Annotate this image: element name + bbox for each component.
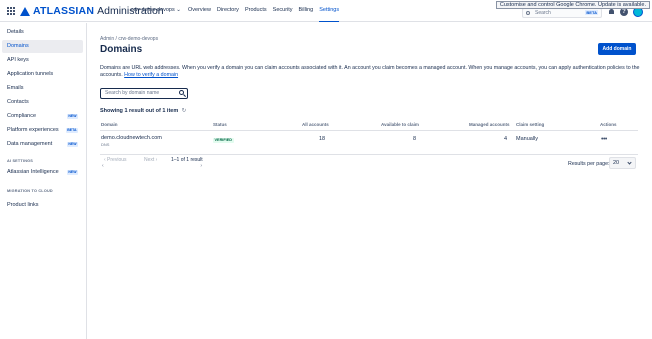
sidebar-item-platform-experiences[interactable]: Platform experiences BETA [2,124,83,137]
available-to-claim-cell: 8 [413,136,417,142]
refresh-icon[interactable]: ↻ [182,108,187,114]
sidebar-item-compliance[interactable]: Compliance NEW [2,110,83,123]
sidebar-item-application-tunnels[interactable]: Application tunnels [2,68,83,81]
brand-name: ATLASSIAN [33,5,95,17]
app-switcher-icon[interactable] [7,7,15,15]
nav-directory[interactable]: Directory [217,7,239,22]
nav-security[interactable]: Security [273,7,293,22]
column-header-managed-accounts[interactable]: Managed accounts [469,122,510,127]
page-title: Domains [100,44,143,55]
beta-badge: BETA [65,128,78,133]
sidebar-item-details[interactable]: Details [2,26,83,39]
sidebar-item-label: API keys [7,57,29,63]
column-header-actions: Actions [600,122,617,127]
pagination-range: 1–1 of 1 result [171,157,203,163]
chevron-down-icon [627,160,632,165]
claim-setting-cell: Manually [516,136,539,142]
organization-switcher[interactable]: crw-demo-devops ⌄ [131,7,181,13]
column-header-claim-setting: Claim setting [516,122,545,127]
column-header-all-accounts[interactable]: All accounts [302,122,329,127]
primary-nav: Overview Directory Products Security Bil… [188,7,345,22]
managed-accounts-cell: 4 [504,136,508,142]
how-to-verify-link[interactable]: How to verify a domain [124,72,178,78]
results-per-page-select[interactable]: 20 [609,157,636,169]
sidebar-item-label: Emails [7,85,24,91]
search-icon [526,11,530,15]
sidebar-item-atlassian-intelligence[interactable]: Atlassian Intelligence NEW [2,166,83,179]
sidebar-item-label: Details [7,29,24,35]
sidebar-item-label: Domains [7,43,29,49]
domains-description: Domains are URL web addresses. When you … [100,65,640,79]
new-badge: NEW [66,142,78,147]
sidebar-item-contacts[interactable]: Contacts [2,96,83,109]
new-badge: NEW [66,170,78,175]
domain-type-cell: DNS [101,142,110,147]
breadcrumb[interactable]: Admin / crw-demo-devops [100,36,158,42]
all-accounts-cell: 18 [319,136,326,142]
sidebar-item-label: Compliance [7,113,37,119]
sidebar-item-emails[interactable]: Emails [2,82,83,95]
sidebar-item-label: Product links [7,202,39,208]
domain-search-input[interactable]: Search by domain name [100,88,188,99]
domain-search-placeholder: Search by domain name [105,90,160,96]
chevron-down-icon: ⌄ [176,7,181,13]
domain-name-cell: demo.cloudnewtech.com [101,135,162,141]
nav-settings[interactable]: Settings [319,7,339,22]
results-per-page-value: 20 [613,160,620,166]
column-header-available-to-claim[interactable]: Available to claim [381,122,419,127]
column-header-domain[interactable]: Domain [101,122,118,127]
nav-billing[interactable]: Billing [299,7,314,22]
previous-page-button[interactable]: ‹ Previous [104,157,127,163]
sidebar-heading-ai-settings: AI SETTINGS [7,159,34,163]
sidebar-item-domains[interactable]: Domains [2,40,83,53]
organization-name: crw-demo-devops [131,7,175,13]
global-search-placeholder: Search [535,10,551,16]
notifications-bell-icon[interactable] [608,8,616,16]
sidebar-item-label: Contacts [7,99,29,105]
more-actions-icon[interactable]: ••• [601,136,607,143]
status-badge: VERIFIED [213,138,234,143]
nav-products[interactable]: Products [245,7,267,22]
results-per-page-label: Results per page: [568,161,610,167]
table-row: demo.cloudnewtech.com DNS VERIFIED 18 8 … [100,131,638,155]
sidebar-item-product-links[interactable]: Product links [2,199,83,212]
sidebar-item-label: Platform experiences [7,127,59,133]
settings-sidebar: Details Domains API keys Application tun… [0,23,87,339]
horizontal-scrollbar[interactable] [102,163,202,169]
result-count-text: Showing 1 result out of 1 item [100,108,179,114]
sidebar-item-api-keys[interactable]: API keys [2,54,83,67]
result-count: Showing 1 result out of 1 item ↻ [100,108,186,114]
sidebar-heading-migration: MIGRATION TO CLOUD [7,189,53,193]
description-text: Domains are URL web addresses. When you … [100,65,640,78]
sidebar-item-label: Atlassian Intelligence [7,169,59,175]
nav-overview[interactable]: Overview [188,7,211,22]
next-page-button[interactable]: Next › [144,157,157,163]
sidebar-item-data-management[interactable]: Data management NEW [2,138,83,151]
new-badge: NEW [66,114,78,119]
help-icon[interactable] [620,8,628,16]
sidebar-item-label: Application tunnels [7,71,54,77]
chrome-update-tooltip: Customise and control Google Chrome. Upd… [495,1,650,9]
add-domain-button[interactable]: Add domain [598,43,636,55]
atlassian-mark-icon [20,6,30,16]
sidebar-item-label: Data management [7,141,53,147]
global-search-input[interactable]: Search BETA [522,8,602,18]
column-header-status[interactable]: Status [213,122,227,127]
search-icon[interactable] [179,90,184,95]
search-beta-badge: BETA [585,10,598,15]
table-header: Domain Status All accounts Available to … [100,120,638,131]
